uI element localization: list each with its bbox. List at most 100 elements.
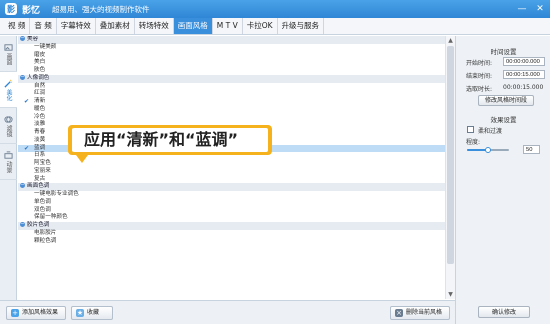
delete-style-button[interactable]: × 删除当前风格 — [390, 306, 450, 320]
modify-time-button[interactable]: 修改风格时间段 — [478, 95, 534, 106]
favorite-label: 收藏 — [87, 309, 100, 316]
collapse-icon[interactable]: − — [20, 36, 25, 41]
list-row-label: 阿宝色 — [34, 160, 51, 166]
sidebar-tab-2[interactable]: 滤镜 — [0, 108, 17, 144]
category-header[interactable]: − 胶片色调 — [18, 222, 455, 230]
list-row-label: 肤色 — [34, 67, 46, 73]
tab-2[interactable]: 字幕特效 — [57, 18, 96, 34]
main-tab-bar: 视 频音 频字幕特效 叠加素材 转场特效 画面风格 M T V 卡拉OK 升级与服务 — [0, 18, 550, 35]
confirm-modify-button[interactable]: 确认修改 — [478, 306, 530, 318]
list-row-label: 蓝调 — [34, 144, 46, 151]
time-section-title: 时间设置 — [490, 48, 517, 56]
style-list-item[interactable]: 一键电影专业调色 — [18, 191, 455, 199]
collapse-icon[interactable]: − — [20, 74, 25, 80]
list-row-label: 画面色调 — [27, 183, 50, 190]
favorite-button[interactable]: ★ 收藏 — [71, 306, 113, 320]
title-bar: 影 影忆 超易用、强大的视频制作软件 — ✕ — [0, 0, 550, 18]
style-list-item[interactable]: 保留一种颜色 — [18, 214, 455, 222]
start-time-input[interactable] — [503, 57, 545, 66]
tab-6[interactable]: M T V — [213, 18, 243, 34]
trash-icon: × — [395, 309, 403, 317]
style-list-item[interactable] — [18, 261, 455, 269]
sidebar-tab-label: 滤镜 — [5, 124, 12, 137]
style-list-item[interactable]: 单色调 — [18, 199, 455, 207]
style-list-item[interactable]: ✔ 清新 — [18, 98, 455, 106]
tab-3[interactable]: 叠加素材 — [96, 18, 135, 34]
list-row-label: 单色调 — [34, 198, 51, 205]
tab-7[interactable]: 卡拉OK — [243, 18, 278, 34]
list-row-label: 暖色 — [34, 105, 46, 112]
style-list-item[interactable] — [18, 292, 455, 299]
style-list-item[interactable]: 暖色 — [18, 106, 455, 114]
tab-8[interactable]: 升级与服务 — [278, 18, 325, 34]
style-list-item[interactable]: 双色调 — [18, 207, 455, 215]
style-list-item[interactable]: 红润 — [18, 90, 455, 98]
style-list-item[interactable] — [18, 245, 455, 253]
style-list-item[interactable]: 颗粒色调 — [18, 238, 455, 246]
list-row-label: 复古 — [34, 175, 46, 182]
sidebar-tab-3[interactable]: 动景 — [0, 144, 17, 180]
sidebar-tab-0[interactable]: 画面 — [0, 36, 17, 72]
category-header[interactable]: − 美容 — [18, 36, 455, 44]
list-row-label: 宝丽来 — [34, 167, 51, 174]
sidebar-tab-label: 动景 — [5, 160, 12, 173]
magic-wand-icon — [4, 79, 13, 88]
list-row-label: 冷色 — [34, 113, 46, 120]
checkmark-icon: ✔ — [24, 144, 30, 152]
soft-transition-checkbox[interactable] — [467, 126, 474, 133]
style-list-item[interactable]: 复古 — [18, 176, 455, 184]
collapse-icon[interactable]: − — [20, 183, 25, 189]
list-row-label: 红润 — [34, 90, 46, 97]
degree-input[interactable] — [523, 145, 540, 154]
style-list-item[interactable]: 磨皮 — [18, 52, 455, 60]
add-style-button[interactable]: + 添加风格效果 — [6, 306, 66, 320]
sidebar-tab-label: 美化 — [5, 88, 12, 101]
minimize-button[interactable]: — — [516, 3, 528, 15]
list-row-label: 磨皮 — [34, 51, 46, 58]
list-row-label: 人像调色 — [27, 74, 50, 81]
list-row-label: 自然 — [34, 82, 46, 89]
delete-style-label: 删除当前风格 — [406, 309, 443, 316]
list-row-label: 淡雅 — [34, 121, 46, 128]
degree-slider[interactable] — [467, 147, 509, 153]
tab-1[interactable]: 音 频 — [30, 18, 57, 34]
style-list-item[interactable] — [18, 284, 455, 292]
start-time-label: 开始时间: — [466, 60, 493, 67]
style-list-item[interactable]: 一键美颜 — [18, 44, 455, 52]
style-list-item[interactable]: 冷色 — [18, 114, 455, 122]
list-scrollbar[interactable]: ▲ ▼ — [445, 36, 455, 299]
tab-0[interactable]: 视 频 — [4, 18, 31, 34]
checkmark-icon: ✔ — [24, 98, 30, 105]
effect-section-title: 效果设置 — [490, 116, 517, 124]
category-header[interactable]: − 人像调色 — [18, 74, 455, 83]
window-controls: — ✕ — [516, 3, 546, 15]
style-list-item[interactable] — [18, 253, 455, 261]
close-button[interactable]: ✕ — [534, 3, 546, 15]
end-time-input[interactable] — [503, 70, 545, 79]
style-list-item[interactable]: 宝丽来 — [18, 168, 455, 176]
style-list: − 美容 一键美颜 磨皮 美白 肤色 − 人像调色 自然 红润 ✔ 清新 暖色 冷色 淡雅 青春 淡黄 ✔ 蓝调 日系… — [18, 36, 455, 299]
style-list-item[interactable]: 自然 — [18, 83, 455, 91]
scroll-thumb[interactable] — [447, 46, 454, 264]
list-row-label: 双色调 — [34, 206, 51, 213]
scroll-up-icon[interactable]: ▲ — [446, 36, 455, 45]
star-icon: ★ — [76, 309, 84, 317]
category-header[interactable]: − 画面色调 — [18, 183, 455, 191]
list-row-label: 青春 — [34, 129, 46, 135]
tab-5[interactable]: 画面风格 — [173, 18, 213, 34]
degree-slider-thumb[interactable] — [485, 147, 491, 153]
scroll-down-icon[interactable]: ▼ — [446, 290, 455, 299]
style-list-item[interactable]: 电影胶片 — [18, 230, 455, 238]
picture-icon — [4, 43, 13, 52]
tab-4[interactable]: 转场特效 — [135, 18, 174, 34]
list-row-label: 清新 — [34, 98, 46, 104]
list-row-label: 保留一种颜色 — [34, 214, 68, 221]
style-list-item[interactable] — [18, 269, 455, 277]
list-row-label: 胶片色调 — [27, 222, 50, 228]
collapse-icon[interactable]: − — [20, 222, 25, 227]
style-list-item[interactable]: 美白 — [18, 59, 455, 67]
sidebar-tab-1[interactable]: 美化 — [0, 72, 17, 108]
style-list-item[interactable]: 肤色 — [18, 67, 455, 75]
style-list-item[interactable] — [18, 276, 455, 284]
app-logo-icon: 影 — [5, 3, 17, 15]
